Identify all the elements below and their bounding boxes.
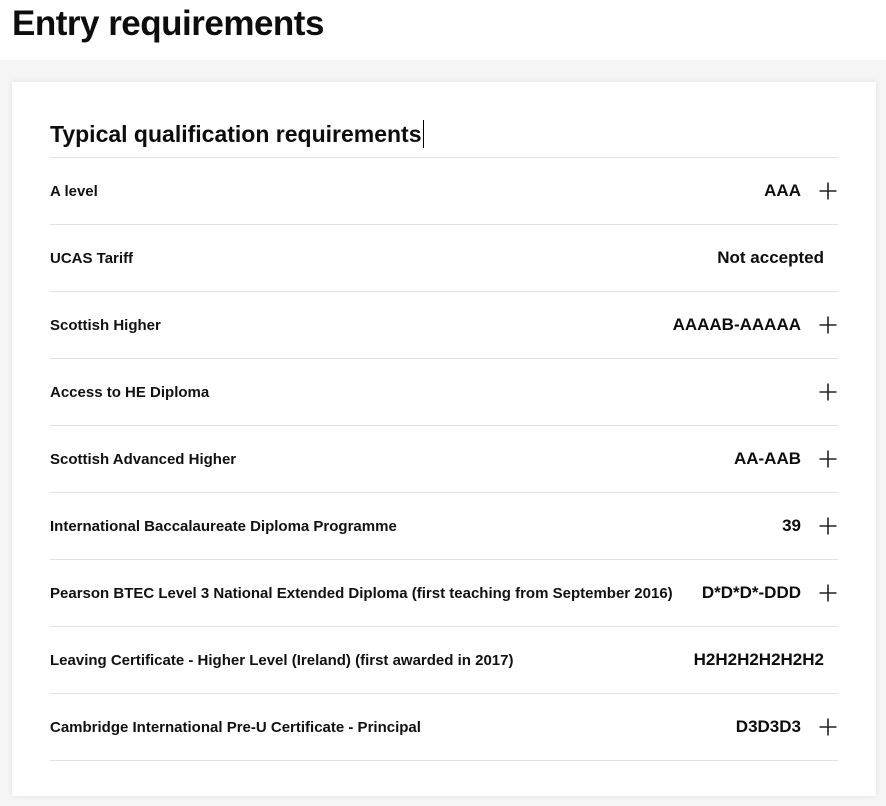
qualification-label: International Baccalaureate Diploma Prog… (50, 517, 397, 535)
qualification-grade: D3D3D3 (735, 717, 801, 736)
qualification-label: Leaving Certificate - Higher Level (Irel… (50, 651, 514, 669)
qualification-row[interactable]: Scottish Higher AAAAB-AAAAA (50, 292, 838, 359)
qualification-row[interactable]: Access to HE Diploma (50, 359, 838, 426)
plus-icon[interactable] (818, 717, 838, 737)
qualification-row[interactable]: Cambridge International Pre-U Certificat… (50, 694, 838, 761)
plus-icon[interactable] (818, 181, 838, 201)
qualification-card: Typical qualification requirements A lev… (12, 82, 876, 796)
qualification-row[interactable]: A level AAA (50, 158, 838, 225)
plus-icon[interactable] (818, 516, 838, 536)
qualification-grade: AAA (764, 181, 801, 200)
qualification-row[interactable]: International Baccalaureate Diploma Prog… (50, 493, 838, 560)
qualification-grade: 39 (782, 516, 801, 535)
qualification-label: Pearson BTEC Level 3 National Extended D… (50, 584, 673, 602)
qualification-grade: AAAAB-AAAAA (672, 315, 801, 334)
page: Entry requirements Typical qualification… (0, 0, 886, 806)
qualification-label: UCAS Tariff (50, 249, 134, 267)
plus-icon[interactable] (818, 449, 838, 469)
qualification-row: UCAS Tariff Not accepted (50, 225, 838, 292)
card-title-text: Typical qualification requirements (50, 121, 422, 147)
qualification-grade: Not accepted (717, 248, 824, 267)
plus-icon[interactable] (818, 315, 838, 335)
qualification-label: Cambridge International Pre-U Certificat… (50, 718, 421, 736)
qualification-row[interactable]: Scottish Advanced Higher AA-AAB (50, 426, 838, 493)
qualification-label: Scottish Higher (50, 316, 161, 334)
text-cursor (422, 120, 424, 148)
page-title: Entry requirements (12, 4, 324, 43)
qualification-grade: H2H2H2H2H2H2 (693, 650, 824, 669)
qualification-label: Access to HE Diploma (50, 383, 210, 401)
qualification-grade: AA-AAB (733, 449, 801, 468)
qualification-row[interactable]: Pearson BTEC Level 3 National Extended D… (50, 560, 838, 627)
qualification-label: Scottish Advanced Higher (50, 450, 237, 468)
plus-icon[interactable] (818, 382, 838, 402)
qualification-list: A level AAA UCAS Tariff Not accepted Scottis… (50, 157, 838, 761)
qualification-grade: D*D*D*-DDD (701, 583, 801, 602)
qualification-label: A level (50, 182, 98, 200)
card-title: Typical qualification requirements (50, 120, 424, 148)
qualification-row: Leaving Certificate - Higher Level (Irel… (50, 627, 838, 694)
plus-icon[interactable] (818, 583, 838, 603)
